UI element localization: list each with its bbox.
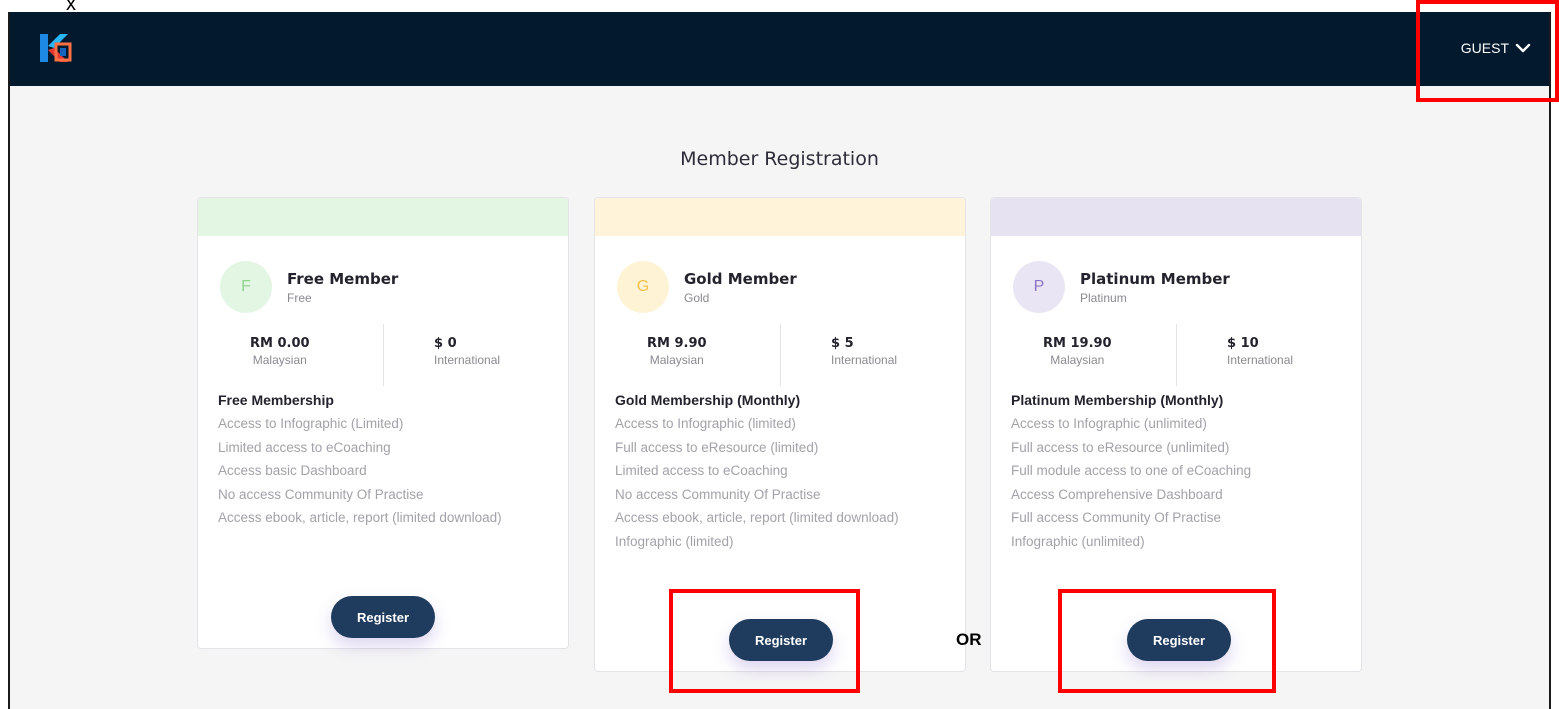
plan-avatar: F (220, 261, 272, 313)
feature-item: No access Community Of Practise (218, 486, 424, 502)
price-divider (1176, 324, 1177, 386)
feature-item: Limited access to eCoaching (615, 463, 788, 478)
feature-item: No access Community Of Practise (615, 486, 821, 502)
feature-item: Access ebook, article, report (limited d… (615, 510, 899, 525)
plan-avatar: G (617, 261, 669, 313)
feature-list: Platinum Membership (Monthly) Access to … (991, 384, 1361, 553)
feature-item: Limited access to eCoaching (218, 439, 391, 455)
plan-name: Free Member (287, 270, 399, 288)
highlight-platinum-register (1058, 589, 1276, 693)
plan-subtitle: Platinum (1080, 291, 1127, 305)
price-international: $ 0 International (434, 336, 501, 367)
feature-list-title: Free Membership (218, 392, 334, 408)
card-color-band (198, 198, 568, 236)
feature-list: Gold Membership (Monthly) Access to Info… (595, 384, 965, 553)
price-divider (383, 324, 384, 386)
feature-item: Full module access to one of eCoaching (1011, 463, 1252, 478)
plan-name: Platinum Member (1080, 270, 1230, 288)
feature-item: Access basic Dashboard (218, 463, 367, 478)
price-local: RM 19.90 Malaysian (1043, 336, 1112, 367)
feature-item: Infographic (limited) (615, 533, 734, 549)
feature-item: Access to Infographic (Limited) (218, 416, 404, 431)
feature-list-title: Gold Membership (Monthly) (615, 392, 801, 408)
plan-card-free: F Free Member Free RM 0.00 Malaysian $ 0… (197, 197, 569, 649)
price-local: RM 9.90 Malaysian (647, 336, 707, 367)
feature-item: Full access to eResource (unlimited) (1011, 439, 1230, 455)
or-label: OR (956, 630, 982, 649)
plan-avatar: P (1013, 261, 1065, 313)
feature-list-title: Platinum Membership (Monthly) (1011, 392, 1224, 408)
top-navbar: GUEST (10, 12, 1549, 86)
price-local: RM 0.00 Malaysian (250, 336, 310, 367)
plan-subtitle: Free (287, 291, 312, 305)
highlight-guest-menu (1416, 0, 1559, 102)
price-divider (780, 324, 781, 386)
page-title: Member Registration (680, 148, 879, 170)
feature-item: Full access Community Of Practise (1011, 510, 1222, 525)
plan-subtitle: Gold (684, 291, 710, 305)
card-color-band (991, 198, 1361, 236)
plan-name: Gold Member (684, 270, 797, 288)
feature-item: Access Comprehensive Dashboard (1011, 486, 1223, 502)
feature-item: Full access to eResource (limited) (615, 439, 819, 455)
card-color-band (595, 198, 965, 236)
feature-item: Infographic (unlimited) (1011, 533, 1145, 549)
site-logo[interactable] (34, 28, 74, 68)
feature-item: Access to Infographic (unlimited) (1011, 416, 1207, 431)
price-international: $ 10 International (1227, 336, 1294, 367)
register-free-button[interactable]: Register (331, 596, 435, 638)
feature-list: Free Membership Access to Infographic (L… (198, 384, 568, 530)
price-international: $ 5 International (831, 336, 898, 367)
highlight-gold-register (669, 589, 860, 693)
feature-item: Access to Infographic (limited) (615, 416, 796, 431)
feature-item: Access ebook, article, report (limited d… (218, 510, 502, 525)
